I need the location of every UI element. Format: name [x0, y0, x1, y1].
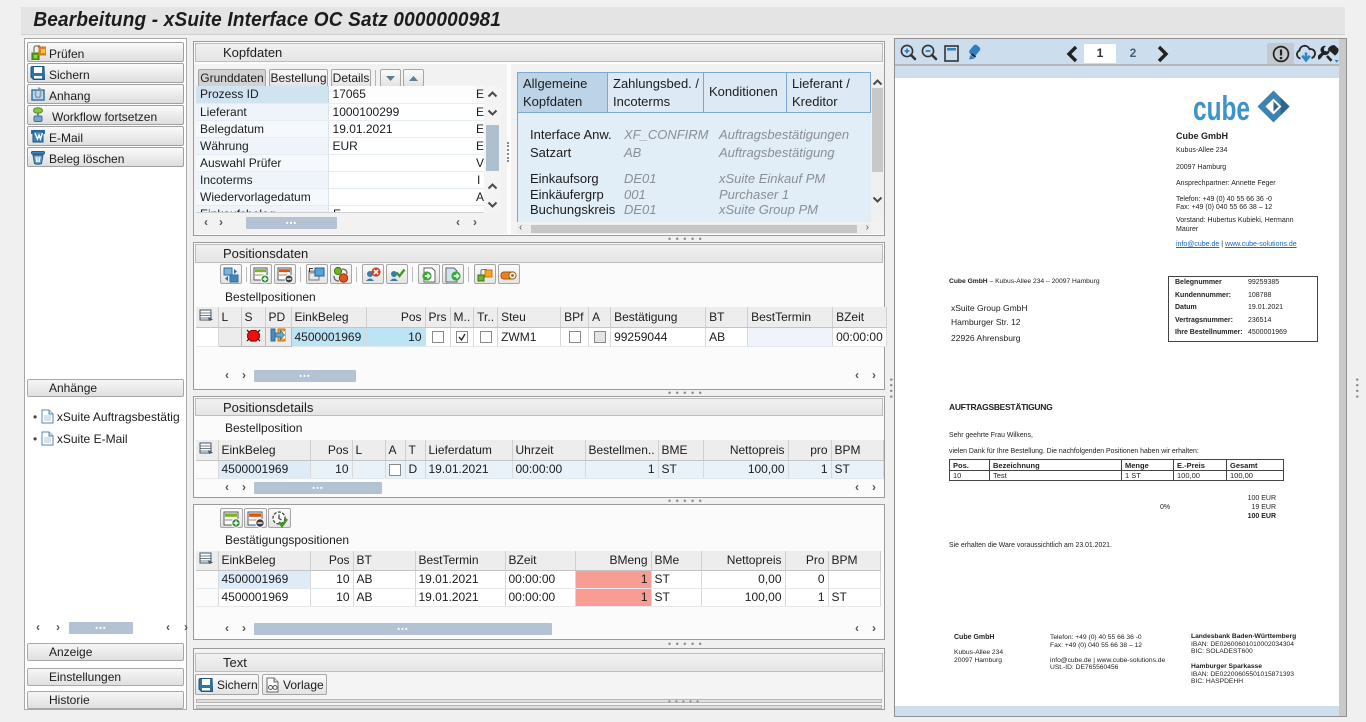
- svg-text:cube: cube: [1193, 90, 1250, 124]
